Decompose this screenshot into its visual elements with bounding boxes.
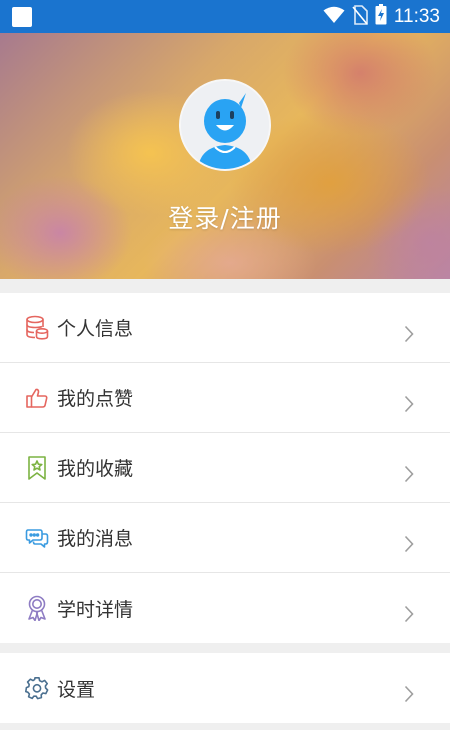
menu-group-settings: 设置: [0, 653, 450, 723]
chevron-right-icon: [404, 685, 414, 707]
bookmark-star-icon: [25, 455, 49, 480]
profile-header: 登录/注册: [0, 33, 450, 279]
wifi-icon: [323, 6, 345, 28]
status-time: 11:33: [393, 5, 440, 27]
status-bar: 11:33: [0, 0, 450, 33]
menu-item-my-favorites[interactable]: 我的收藏: [0, 433, 450, 503]
no-sim-icon: [352, 4, 368, 29]
chevron-right-icon: [404, 325, 414, 347]
chevron-right-icon: [404, 605, 414, 627]
menu-item-label: 个人信息: [57, 318, 134, 340]
menu-item-personal-info[interactable]: 个人信息: [0, 293, 450, 363]
profile-screen: 11:33 登录/注册 个人信息 我的点赞 我的收藏 我的消息 学时详情 设置: [0, 0, 450, 730]
menu-group-main: 个人信息 我的点赞 我的收藏 我的消息 学时详情: [0, 293, 450, 643]
user-avatar-icon[interactable]: [179, 79, 271, 171]
menu-item-study-hours[interactable]: 学时详情: [0, 573, 450, 643]
menu-item-settings[interactable]: 设置: [0, 653, 450, 723]
menu-item-label: 我的消息: [57, 528, 134, 550]
status-right: 11:33: [323, 4, 440, 29]
battery-charging-icon: [375, 4, 387, 29]
menu-item-my-likes[interactable]: 我的点赞: [0, 363, 450, 433]
gear-icon: [25, 676, 49, 700]
menu-item-label: 我的收藏: [57, 458, 134, 480]
menu-item-label: 学时详情: [57, 598, 134, 621]
menu-item-my-messages[interactable]: 我的消息: [0, 503, 450, 573]
chevron-right-icon: [404, 535, 414, 557]
chat-bubbles-icon: [25, 526, 49, 550]
menu-item-label: 我的点赞: [57, 388, 134, 410]
database-icon: [25, 315, 49, 340]
notification-square-icon: [12, 6, 32, 27]
menu-item-label: 设置: [57, 678, 96, 701]
chevron-right-icon: [404, 465, 414, 487]
thumbs-up-icon: [25, 386, 49, 410]
chevron-right-icon: [404, 395, 414, 417]
award-ribbon-icon: [25, 595, 49, 621]
login-register-link[interactable]: 登录/注册: [0, 199, 450, 235]
